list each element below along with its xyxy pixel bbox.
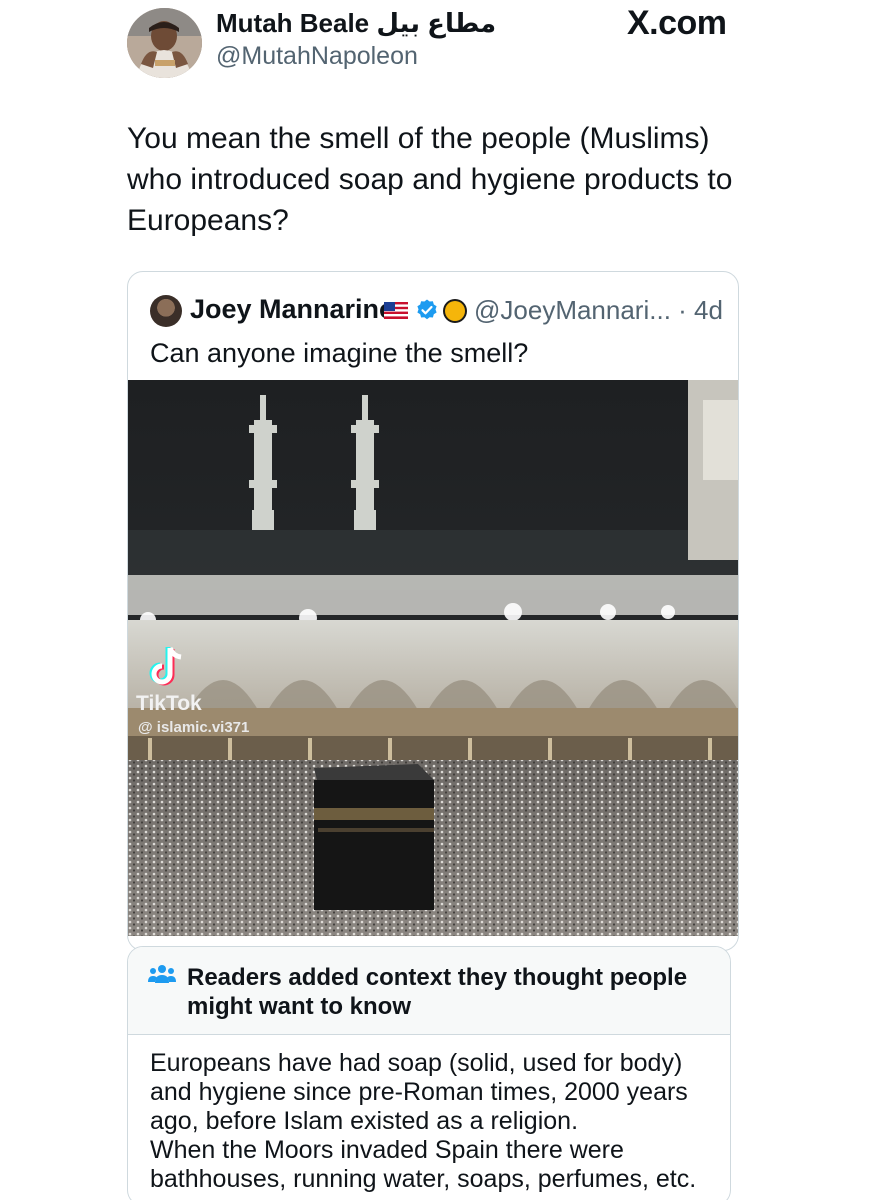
us-flag-icon (384, 302, 408, 319)
community-note-line: ago, before Islam existed as a religion. (150, 1107, 579, 1135)
kaaba-shape (314, 764, 434, 910)
author-avatar[interactable] (127, 8, 202, 78)
gold-circle-icon (443, 299, 467, 323)
verified-badge-icon (417, 299, 437, 320)
community-note-header: Readers added context they thought peopl… (128, 947, 730, 1035)
tweet-text-line: You mean the smell of the people (Muslim… (127, 122, 710, 155)
tweet-text-line: who introduced soap and hygiene products… (127, 163, 733, 196)
community-note-line: bathhouses, running water, soaps, perfum… (150, 1165, 697, 1193)
community-note-line: When the Moors invaded Spain there were (150, 1136, 624, 1164)
tweet-text-line: Europeans? (127, 204, 289, 237)
tiktok-watermark-handle: @ islamic.vi371 (138, 719, 250, 736)
community-note-line: Europeans have had soap (solid, used for… (150, 1049, 683, 1077)
author-name[interactable]: Mutah Beale مطاع بيل (216, 8, 496, 39)
community-note-body: Europeans have had soap (solid, used for… (150, 1049, 720, 1194)
community-note-line: and hygiene since pre-Roman times, 2000 … (150, 1078, 688, 1106)
quoted-author-avatar[interactable] (150, 295, 182, 327)
people-icon (148, 965, 176, 983)
community-note-title-line: might want to know (187, 993, 411, 1020)
brand-logo: X.com (627, 4, 727, 42)
community-note-title-line: Readers added context they thought peopl… (187, 964, 688, 991)
tweet-text: You mean the smell of the people (Muslim… (127, 118, 747, 241)
community-note[interactable]: Readers added context they thought peopl… (127, 946, 731, 1200)
tiktok-logo-icon (149, 647, 182, 686)
tiktok-watermark: TikTok (136, 692, 202, 715)
community-note-title: Readers added context they thought peopl… (187, 963, 707, 1021)
quoted-tweet[interactable]: Joey Mannarino @JoeyMannari... · 4d Can … (127, 271, 739, 951)
tweet-header: Mutah Beale مطاع بيل @MutahNapoleon X.co… (0, 0, 871, 90)
quoted-media-video[interactable]: TikTok @ islamic.vi371 (128, 380, 738, 936)
quoted-handle-time[interactable]: @JoeyMannari... · 4d (474, 295, 723, 326)
quoted-text: Can anyone imagine the smell? (150, 338, 529, 368)
quoted-author-name[interactable]: Joey Mannarino (190, 294, 396, 325)
author-handle[interactable]: @MutahNapoleon (216, 42, 418, 71)
